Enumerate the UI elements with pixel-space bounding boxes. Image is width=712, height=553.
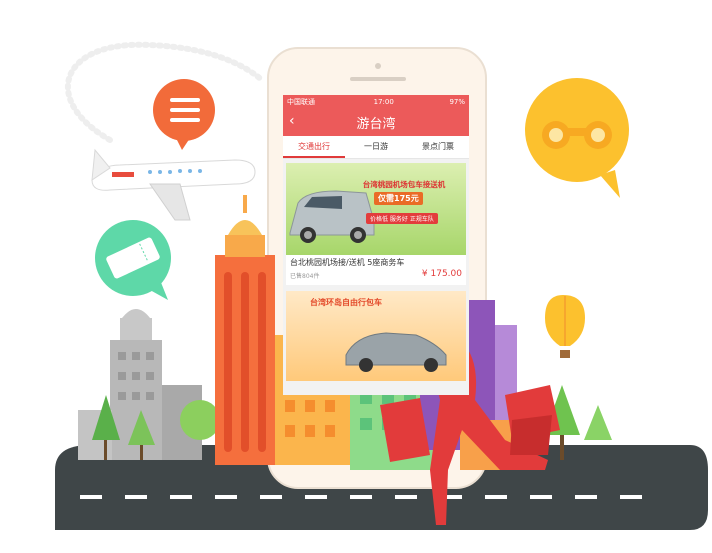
tab-tickets[interactable]: 景点门票 <box>407 136 469 158</box>
orange-tower <box>215 195 275 465</box>
status-bar: 中国联通 17:00 97% <box>283 95 469 108</box>
ticket-chat-icon <box>95 220 171 300</box>
sold-count: 已售804件 <box>290 273 320 280</box>
tab-bar: 交通出行 一日游 景点门票 <box>283 136 469 159</box>
hot-air-balloon-icon <box>545 295 585 358</box>
product-card-2[interactable]: 台湾环岛自由行包车 <box>286 291 466 381</box>
nav-bar: ‹ 游台湾 <box>283 108 469 136</box>
binoculars-icon <box>525 78 629 198</box>
menu-chat-icon <box>153 79 215 150</box>
clock: 17:00 <box>373 97 394 106</box>
product-price: ¥ 175.00 <box>421 269 462 279</box>
tab-transport[interactable]: 交通出行 <box>283 136 345 158</box>
product-title: 台北桃园机场接/送机 5座商务车 <box>290 258 405 267</box>
carrier-label: 中国联通 <box>287 97 315 106</box>
van-image <box>289 190 375 243</box>
banner-title: 台湾桃园机场包车接送机 <box>362 180 446 189</box>
product-card[interactable]: 台湾桃园机场包车接送机 仅需175元 价格低 服务好 正规车队 台北桃园机场接/… <box>286 163 466 285</box>
banner-price: 仅需175元 <box>374 192 423 205</box>
banner-tag: 价格低 服务好 正规车队 <box>366 213 438 224</box>
page-title: 游台湾 <box>356 116 396 132</box>
car-image <box>345 332 447 372</box>
product-banner: 台湾桃园机场包车接送机 仅需175元 价格低 服务好 正规车队 <box>286 163 466 255</box>
airplane-icon <box>91 148 256 221</box>
battery-label: 97% <box>449 97 465 106</box>
tab-day-tour[interactable]: 一日游 <box>345 136 407 158</box>
chevron-left-icon[interactable]: ‹ <box>289 113 295 129</box>
phone-screen: 中国联通 17:00 97% ‹ 游台湾 交通出行 一日游 景点门票 台湾桃园机… <box>283 95 469 395</box>
